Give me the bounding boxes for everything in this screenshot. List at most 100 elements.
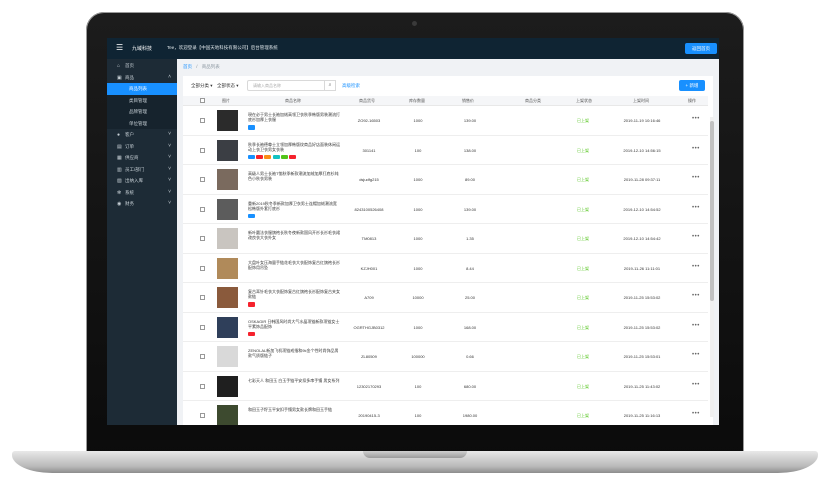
status-badge: 已上架 <box>577 177 589 182</box>
row-checkbox[interactable] <box>200 413 205 418</box>
table-row[interactable]: 高级人男士长袖T恤秋季新款潮流加绒加厚打底衫纯色小秋衣男装 dsjudfg215 1… <box>183 165 708 195</box>
add-button-label: 新增 <box>689 83 699 88</box>
table-row[interactable]: 新叶圆法衣服旗袍长秋冬夜新款国风开衫长衫毛衣裙改良衣大衣外女 TM0813 1000… <box>183 224 708 254</box>
search-icon[interactable]: ⌕ <box>325 80 336 91</box>
product-tags <box>248 331 256 337</box>
product-stock: 1000 <box>413 236 423 241</box>
status-select-label: 全部状态 <box>217 83 235 88</box>
row-checkbox[interactable] <box>200 118 205 123</box>
advanced-search-link[interactable]: 高级检索 <box>342 83 360 89</box>
shelf-time: 2019-12-10 14:54:42 <box>623 236 661 241</box>
table-row[interactable]: 复古耳针毛衣大衣配饰复古红旗袍长衫配饰复古夹女款链 A709 10000 25.00 已… <box>183 283 708 313</box>
breadcrumb-home[interactable]: 首页 <box>183 64 192 69</box>
sidebar-item[interactable]: ▤ 订单 ˅ <box>107 141 177 153</box>
chevron-down-icon: ˅ <box>168 177 171 183</box>
breadcrumb-current: 商品列表 <box>201 64 220 69</box>
status-badge: 已上架 <box>577 118 589 123</box>
select-all-checkbox[interactable] <box>200 98 205 103</box>
sidebar-item[interactable]: ⌂ 首页 <box>107 60 177 72</box>
home-return-button[interactable]: 返回首页 <box>685 43 717 54</box>
more-actions-icon[interactable]: ••• <box>692 175 700 181</box>
product-stock: 1000 <box>413 177 423 182</box>
more-actions-icon[interactable]: ••• <box>692 293 700 299</box>
product-name[interactable]: 重新2019秋冬季新款加厚卫衣男士连帽加绒潮流宽松韩版外套打底衫 <box>248 201 340 211</box>
status-badge: 已上架 <box>577 354 589 359</box>
category-select[interactable]: 全部分类 ▾ <box>191 83 213 89</box>
sidebar-item[interactable]: ▧ 出纳入库 ˅ <box>107 175 177 187</box>
table-row[interactable]: 大盘叶女压海量手链花毛衣大衣配饰复古红旗袍长衫配饰用吊坠 KZJH001 1000 8… <box>183 254 708 283</box>
sidebar-item[interactable]: ✻ 系统 ˅ <box>107 187 177 199</box>
row-checkbox[interactable] <box>200 206 205 212</box>
more-actions-icon[interactable]: ••• <box>692 382 700 388</box>
product-name[interactable]: 現在必于男士长袖加绒高领卫衣秋季韩版男装潮流打底衫加厚上衣服 <box>248 112 340 122</box>
row-checkbox[interactable] <box>200 265 205 271</box>
table-row[interactable]: OSKAGIR 日韩国风时尚大气水晶项链新款项链女士平素饰品配饰 OGRTHGJB… <box>183 313 708 342</box>
more-actions-icon[interactable]: ••• <box>692 146 700 152</box>
table-row[interactable]: 重新2019秋冬季新款加厚卫衣男士连帽加绒潮流宽松韩版外套打底衫 82431005… <box>183 195 708 224</box>
more-actions-icon[interactable]: ••• <box>692 264 700 270</box>
table-row[interactable]: 和田玉子籽玉平安扣手镯男女款长牌和田玉手链 20190415-3 100 1980.0… <box>183 401 708 425</box>
product-price: 8.44 <box>466 265 474 271</box>
more-actions-icon[interactable]: ••• <box>692 352 700 358</box>
col-status: 上架状态 <box>576 98 592 103</box>
product-sku: 20190415-3 <box>358 413 380 418</box>
product-stock: 10000 <box>412 295 424 300</box>
product-name[interactable]: 大盘叶女压海量手链花毛衣大衣配饰复古红旗袍长衫配饰用吊坠 <box>248 260 340 270</box>
product-thumbnail <box>217 257 238 279</box>
product-thumbnail <box>217 405 238 425</box>
product-name[interactable]: 七彩天人 和田玉 白玉手链平安扣多串手镯 男女系列 <box>248 378 340 383</box>
sidebar-item-label: 品牌管理 <box>129 109 147 114</box>
status-select[interactable]: 全部状态 ▾ <box>217 83 239 89</box>
row-checkbox[interactable] <box>200 295 205 300</box>
sidebar-item[interactable]: ▣ 商品 ˄ <box>107 72 177 84</box>
more-actions-icon[interactable]: ••• <box>692 116 700 122</box>
sidebar-item[interactable]: 品牌管理 <box>107 106 177 118</box>
product-name[interactable]: ZENOLAL新加飞机项链戒指和9k金个性时尚饰品男款气质版链子 <box>248 348 340 358</box>
more-actions-icon[interactable]: ••• <box>692 323 700 329</box>
chevron-down-icon: ▾ <box>236 83 239 88</box>
hamburger-icon[interactable]: ☰ <box>116 43 123 53</box>
search-input[interactable]: 请输入商品名称 <box>247 80 325 91</box>
col-sku: 商品货号 <box>359 98 375 103</box>
tag-badge <box>280 154 288 159</box>
product-name[interactable]: 新叶圆法衣服旗袍长秋冬夜新款国风开衫长衫毛衣裙改良衣大衣外女 <box>248 230 340 240</box>
sidebar-item[interactable]: ● 客户 ˅ <box>107 129 177 141</box>
product-price: 25.00 <box>464 295 475 300</box>
sidebar-item[interactable]: ▦ 供应商 ˅ <box>107 152 177 164</box>
product-name[interactable]: 高级人男士长袖T恤秋季新款潮流加绒加厚打底衫纯色小秋衣男装 <box>248 171 340 181</box>
add-button[interactable]: + 新增 <box>679 80 705 91</box>
shelf-time: 2019-11-25 11:43:02 <box>623 383 661 389</box>
scrollbar-thumb[interactable] <box>710 121 714 301</box>
table-row[interactable]: 七彩天人 和田玉 白玉手链平安扣多串手镯 男女系列 12302170293 100 6… <box>183 372 708 401</box>
row-checkbox[interactable] <box>200 236 205 241</box>
filter-row: 全部分类 ▾ 全部状态 ▾ 请输入商品名称 ⌕ 高级检索 + 新增 <box>183 76 713 96</box>
more-actions-icon[interactable]: ••• <box>692 234 700 240</box>
table-row[interactable]: ZENOLAL新加飞机项链戒指和9k金个性时尚饰品男款气质版链子 ZL80509 1… <box>183 342 708 372</box>
more-actions-icon[interactable]: ••• <box>692 411 700 417</box>
more-actions-icon[interactable]: ••• <box>692 205 700 211</box>
table-row[interactable]: 秋季长袖德尊士立领加厚韩版纹商品好店面装休闲运动上衣卫衣男女衣装 301141 10… <box>183 136 708 165</box>
product-stock: 1000 <box>413 206 423 212</box>
row-checkbox[interactable] <box>200 354 205 359</box>
sidebar-item[interactable]: 类目管理 <box>107 94 177 106</box>
sidebar-item[interactable]: ◉ 财务 ˅ <box>107 198 177 210</box>
row-checkbox[interactable] <box>200 147 205 153</box>
row-checkbox[interactable] <box>200 383 205 389</box>
product-price: 680.00 <box>463 383 477 389</box>
product-name[interactable]: OSKAGIR 日韩国风时尚大气水晶项链新款项链女士平素饰品配饰 <box>248 319 340 329</box>
sidebar-item-label: 员工/部门 <box>125 166 145 172</box>
col-stock: 库存数量 <box>409 98 425 103</box>
product-name[interactable]: 复古耳针毛衣大衣配饰复古红旗袍长衫配饰复古夹女款链 <box>248 289 340 299</box>
table-row[interactable]: 現在必于男士长袖加绒高领卫衣秋季韩版男装潮流打底衫加厚上衣服 ZO92-16503… <box>183 106 708 136</box>
product-name[interactable]: 和田玉子籽玉平安扣手镯男女款长牌和田玉手链 <box>248 407 340 412</box>
tag-badge <box>288 154 296 159</box>
row-checkbox[interactable] <box>200 324 205 330</box>
product-name[interactable]: 秋季长袖德尊士立领加厚韩版纹商品好店面装休闲运动上衣卫衣男女衣装 <box>248 142 340 152</box>
row-checkbox[interactable] <box>200 177 205 182</box>
sidebar-item[interactable]: 单位管理 <box>107 117 177 129</box>
product-thumbnail <box>217 228 238 249</box>
top-bar: ☰ 九域科技 Tee，欢迎登录【中国天地科技有限公司】后台管理系统 返回首页 <box>107 38 719 59</box>
sidebar-item[interactable]: 商品列表 <box>107 83 177 95</box>
sidebar-item[interactable]: ▥ 员工/部门 ˅ <box>107 164 177 176</box>
camera-icon <box>412 21 417 26</box>
